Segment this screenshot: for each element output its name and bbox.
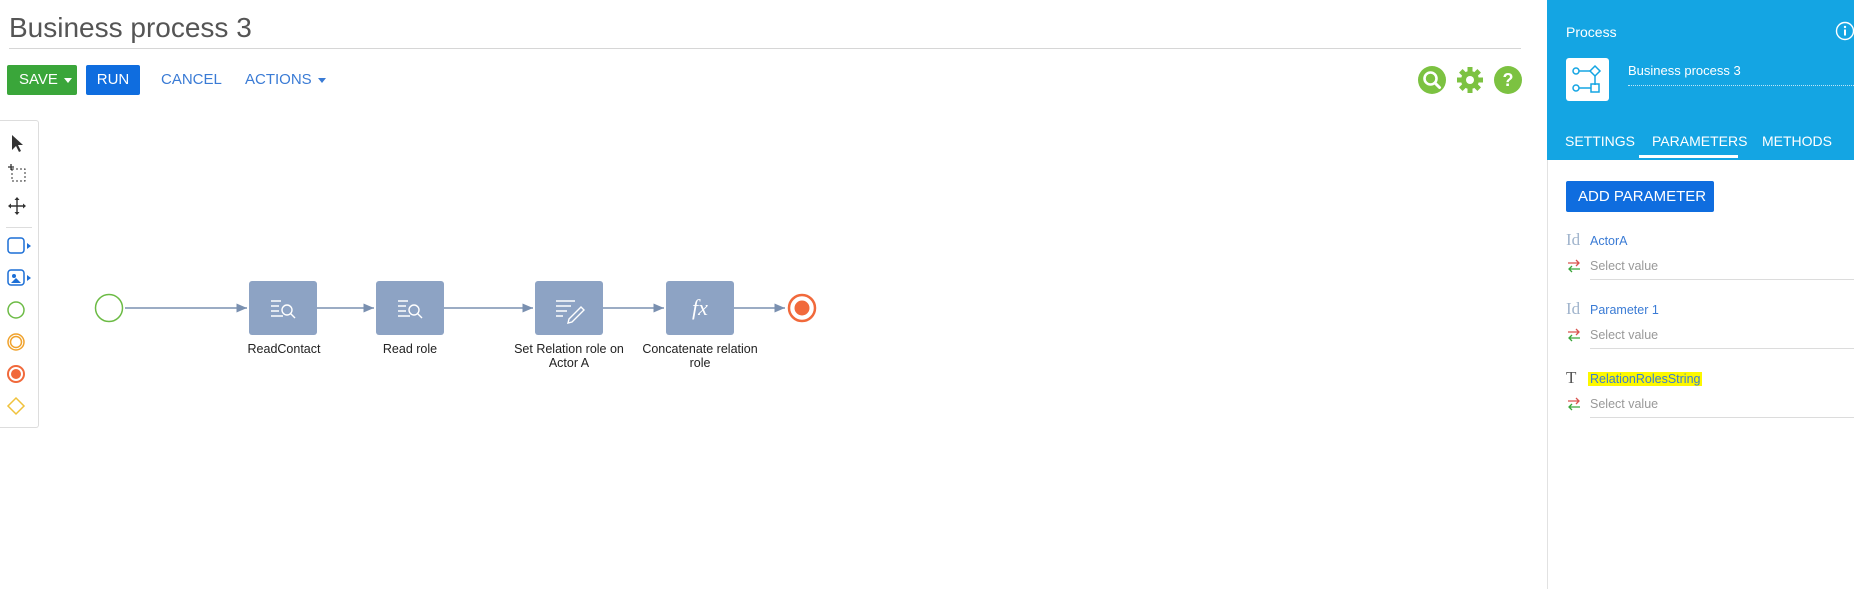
field-underline [1590, 279, 1854, 280]
highlighted-parameter-name: RelationRolesString [1588, 372, 1703, 386]
process-name-field[interactable]: Business process 3 [1628, 63, 1741, 78]
end-event[interactable] [787, 293, 817, 323]
properties-panel-header: Process Business process 3 SETTINGS PARA… [1547, 0, 1854, 160]
start-event[interactable] [94, 293, 124, 323]
read-data-icon [271, 300, 296, 319]
task-label: Concatenate relation role [642, 342, 758, 370]
task-label: Set Relation role on Actor A [514, 342, 624, 370]
parameter-name[interactable]: RelationRolesString [1588, 372, 1703, 386]
process-diagram-connectors [125, 303, 785, 313]
id-type-icon: Id [1566, 230, 1581, 249]
add-parameter-button[interactable]: ADD PARAMETER [1566, 181, 1714, 231]
parameter-value-input[interactable]: Select value [1590, 397, 1658, 411]
tab-parameters[interactable]: PARAMETERS [1652, 133, 1747, 149]
concatenate-relation-role-task[interactable]: fx [666, 281, 734, 335]
active-tab-indicator [1639, 155, 1738, 158]
modify-data-icon [556, 300, 585, 324]
text-type-icon: T [1566, 368, 1577, 387]
parameter-value-input[interactable]: Select value [1590, 328, 1658, 342]
tab-methods[interactable]: METHODS [1762, 133, 1832, 149]
task-label: Read role [382, 342, 438, 356]
task-label: ReadContact [247, 342, 321, 356]
info-icon[interactable] [1835, 21, 1854, 41]
read-contact-task[interactable] [249, 281, 317, 335]
field-underline [1590, 417, 1854, 418]
add-parameter-label: ADD PARAMETER [1578, 188, 1707, 205]
chevron-down-icon [1584, 225, 1592, 231]
mapping-arrows-icon[interactable] [1567, 397, 1581, 411]
process-icon [1566, 58, 1609, 101]
parameter-name[interactable]: Parameter 1 [1590, 303, 1659, 317]
parameter-value-input[interactable]: Select value [1590, 259, 1658, 273]
id-type-icon: Id [1566, 299, 1581, 318]
mapping-arrows-icon[interactable] [1567, 259, 1581, 273]
mapping-arrows-icon[interactable] [1567, 328, 1581, 342]
parameter-name[interactable]: ActorA [1590, 234, 1628, 248]
panel-title: Process [1566, 24, 1617, 40]
field-underline [1590, 348, 1854, 349]
formula-icon: fx [692, 295, 708, 320]
tab-settings[interactable]: SETTINGS [1565, 133, 1635, 149]
read-data-icon [398, 300, 423, 319]
read-role-task[interactable] [376, 281, 444, 335]
formula-symbol: fx [692, 295, 708, 320]
set-relation-role-task[interactable] [535, 281, 603, 335]
process-name-underline [1628, 85, 1854, 86]
